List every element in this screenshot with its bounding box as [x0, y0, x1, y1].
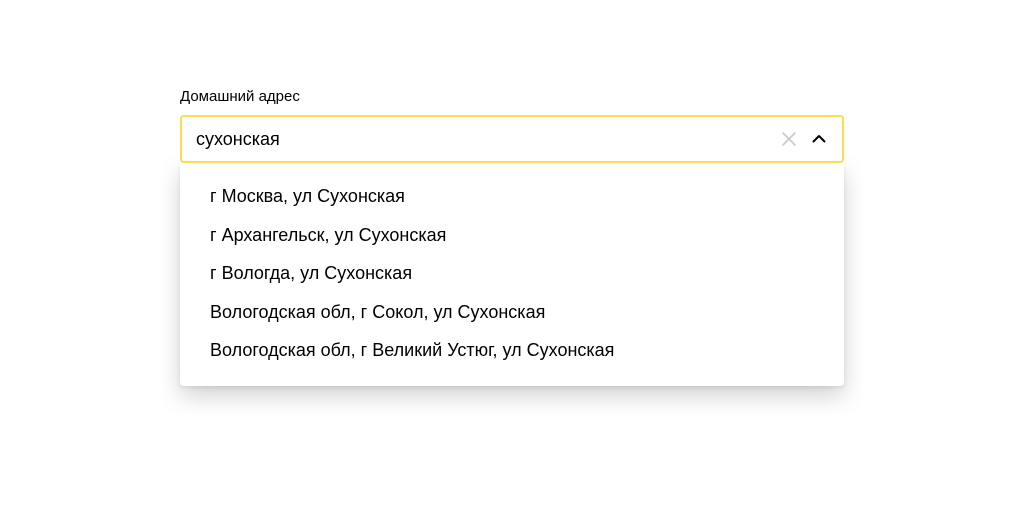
- address-input[interactable]: [182, 117, 778, 161]
- collapse-button[interactable]: [806, 128, 832, 150]
- clear-button[interactable]: [778, 128, 800, 150]
- suggestion-item[interactable]: г Вологда, ул Сухонская: [180, 254, 844, 293]
- suggestions-dropdown: г Москва, ул Сухонская г Архангельск, ул…: [180, 163, 844, 386]
- address-input-wrap: [180, 115, 844, 163]
- suggestion-item[interactable]: Вологодская обл, г Великий Устюг, ул Сух…: [180, 331, 844, 370]
- chevron-up-icon: [812, 134, 826, 144]
- suggestion-item[interactable]: г Москва, ул Сухонская: [180, 177, 844, 216]
- suggestion-item[interactable]: Вологодская обл, г Сокол, ул Сухонская: [180, 293, 844, 332]
- field-label: Домашний адрес: [180, 88, 844, 105]
- suggestion-item[interactable]: г Архангельск, ул Сухонская: [180, 216, 844, 255]
- close-icon: [782, 132, 796, 146]
